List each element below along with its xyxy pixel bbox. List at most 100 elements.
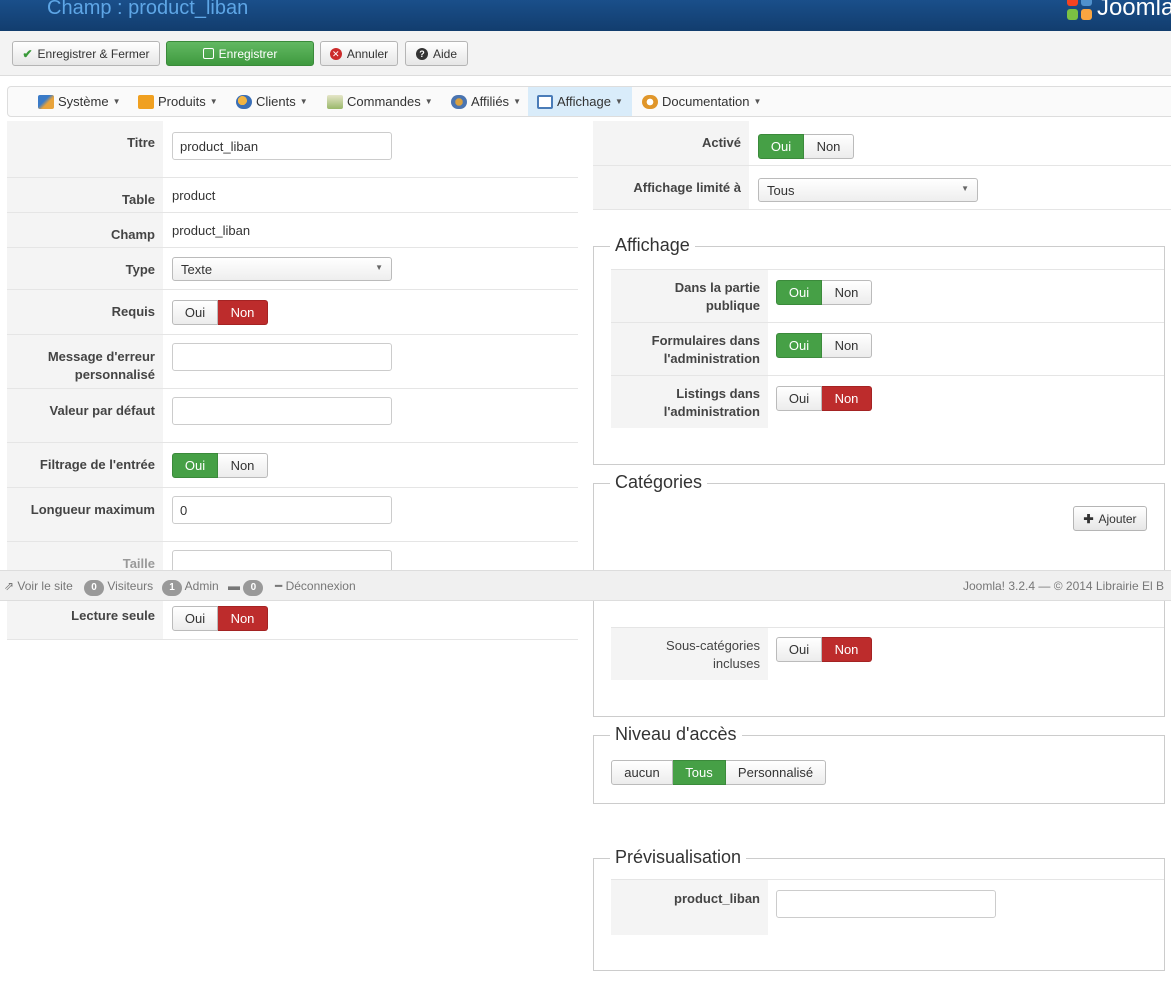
cancel-icon: ✕ [329, 47, 342, 60]
mail-icon: ▬ [228, 579, 240, 593]
caret-down-icon: ▼ [513, 97, 521, 106]
label-lecture: Lecture seule [7, 601, 163, 639]
requis-non-button[interactable]: Non [218, 300, 268, 325]
orders-icon [327, 94, 343, 109]
documentation-icon [642, 94, 658, 109]
menu-commandes[interactable]: Commandes ▼ [327, 87, 433, 116]
label-longueur: Longueur maximum [7, 488, 163, 541]
add-category-button[interactable]: ✚ Ajouter [1073, 506, 1147, 531]
formulaires-oui-button[interactable]: Oui [776, 333, 822, 358]
sous-categories-oui-button[interactable]: Oui [776, 637, 822, 662]
sous-categories-toggle: Oui Non [776, 637, 872, 662]
label-listings: Listings dans l'administration [611, 375, 768, 428]
titre-input[interactable]: product_liban [172, 132, 392, 160]
row-active: Activé Oui Non [593, 121, 1171, 166]
filtrage-oui-button[interactable]: Oui [172, 453, 218, 478]
max-length-input[interactable]: 0 [172, 496, 392, 524]
check-icon: ✔ [22, 46, 33, 61]
formulaires-non-button[interactable]: Non [822, 333, 872, 358]
help-button[interactable]: ? Aide [405, 41, 468, 66]
dropdown-arrow-icon: ▼ [961, 184, 969, 193]
caret-down-icon: ▼ [614, 97, 623, 106]
acces-personnalise-button[interactable]: Personnalisé [726, 760, 826, 785]
minus-icon: ━ [275, 579, 283, 593]
row-limite: Affichage limité à Tous ▼ [593, 166, 1171, 210]
menu-systeme[interactable]: Système ▼ [38, 87, 121, 116]
row-longueur: Longueur maximum 0 [7, 488, 578, 542]
preview-input[interactable] [776, 890, 996, 918]
requis-oui-button[interactable]: Oui [172, 300, 218, 325]
lecture-non-button[interactable]: Non [218, 606, 268, 631]
formulaires-toggle: Oui Non [776, 333, 872, 358]
label-taille: Taille [7, 542, 163, 570]
toolbar: ✔ Enregistrer & Fermer Enregistrer ✕ Ann… [0, 31, 1171, 76]
view-site-link[interactable]: ⇗ Voir le site [4, 579, 73, 593]
row-message: Message d'erreur personnalisé [7, 335, 578, 389]
acces-aucun-button[interactable]: aucun [611, 760, 673, 785]
joomla-logo: Joomla! [1066, 0, 1171, 22]
clients-icon [236, 94, 252, 109]
row-taille: Taille [7, 542, 578, 570]
caret-down-icon: ▼ [424, 97, 433, 106]
header-bar: Champ : product_liban Joomla! [0, 0, 1171, 31]
affiliates-icon [451, 94, 467, 109]
display-icon [537, 94, 553, 109]
products-icon [138, 94, 154, 109]
acces-toggle: aucun Tous Personnalisé [611, 760, 826, 785]
row-requis: Requis Oui Non [7, 290, 578, 335]
caret-down-icon: ▼ [299, 97, 308, 106]
categories-legend: Catégories [610, 472, 708, 493]
label-filtrage: Filtrage de l'entrée [7, 443, 163, 487]
acces-fieldset: Niveau d'accès aucun Tous Personnalisé [593, 724, 1165, 804]
publique-toggle: Oui Non [776, 280, 872, 305]
active-oui-button[interactable]: Oui [758, 134, 804, 159]
label-preview: product_liban [611, 879, 768, 935]
publique-non-button[interactable]: Non [822, 280, 872, 305]
listings-oui-button[interactable]: Oui [776, 386, 822, 411]
version-info: Joomla! 3.2.4 — © 2014 Librairie El B [963, 579, 1164, 593]
save-button[interactable]: Enregistrer [166, 41, 314, 66]
acces-legend: Niveau d'accès [610, 724, 742, 745]
label-limite: Affichage limité à [593, 166, 749, 209]
sous-categories-non-button[interactable]: Non [822, 637, 872, 662]
label-type: Type [7, 248, 163, 289]
active-non-button[interactable]: Non [804, 134, 854, 159]
row-lecture: Lecture seule Oui Non [7, 601, 578, 640]
menu-affichage[interactable]: Affichage ▼ [528, 87, 632, 116]
row-type: Type Texte ▼ [7, 248, 578, 290]
plus-icon: ✚ [1083, 511, 1094, 526]
visitors-status[interactable]: 0 Visiteurs [84, 579, 153, 596]
affichage-fieldset: Affichage Dans la partie publique Oui No… [593, 235, 1165, 465]
label-requis: Requis [7, 290, 163, 334]
size-input[interactable] [172, 550, 392, 570]
admin-status[interactable]: 1 Admin [162, 579, 219, 596]
dropdown-arrow-icon: ▼ [375, 263, 383, 272]
limite-select[interactable]: Tous ▼ [758, 178, 978, 202]
cancel-button[interactable]: ✕ Annuler [320, 41, 398, 66]
default-value-input[interactable] [172, 397, 392, 425]
menu-affilies[interactable]: Affiliés ▼ [451, 87, 521, 116]
listings-non-button[interactable]: Non [822, 386, 872, 411]
filtrage-non-button[interactable]: Non [218, 453, 268, 478]
messages-status[interactable]: ▬ 0 [228, 579, 264, 596]
type-select[interactable]: Texte ▼ [172, 257, 392, 281]
logout-link[interactable]: ━ Déconnexion [275, 579, 356, 593]
requis-toggle: Oui Non [172, 300, 268, 325]
menu-clients[interactable]: Clients ▼ [236, 87, 308, 116]
message-input[interactable] [172, 343, 392, 371]
affichage-legend: Affichage [610, 235, 695, 256]
edit-icon [202, 48, 214, 59]
label-active: Activé [593, 121, 749, 165]
publique-oui-button[interactable]: Oui [776, 280, 822, 305]
menu-documentation[interactable]: Documentation ▼ [642, 87, 761, 116]
row-filtrage: Filtrage de l'entrée Oui Non [7, 443, 578, 488]
listings-toggle: Oui Non [776, 386, 872, 411]
save-close-button[interactable]: ✔ Enregistrer & Fermer [12, 41, 160, 66]
row-titre: Titre product_liban [7, 121, 578, 178]
acces-tous-button[interactable]: Tous [673, 760, 726, 785]
menu-produits[interactable]: Produits ▼ [138, 87, 218, 116]
lecture-oui-button[interactable]: Oui [172, 606, 218, 631]
admin-badge: 1 [162, 580, 182, 596]
label-formulaires: Formulaires dans l'administration [611, 322, 768, 375]
caret-down-icon: ▼ [112, 97, 121, 106]
